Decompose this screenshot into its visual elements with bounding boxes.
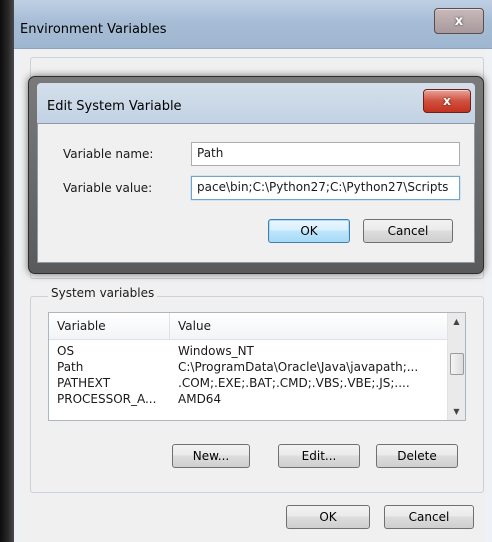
- env-ok-button[interactable]: OK: [286, 505, 370, 529]
- chevron-down-icon[interactable]: ▼: [448, 403, 465, 420]
- table-row[interactable]: PATHEXT .COM;.EXE;.BAT;.CMD;.VBS;.VBE;.J…: [49, 375, 447, 391]
- row-value: Windows_NT: [178, 344, 254, 358]
- row-variable: OS: [57, 344, 75, 358]
- edit-system-variable-dialog: Edit System Variable x Variable name: Pa…: [28, 76, 484, 274]
- row-variable: PROCESSOR_A...: [57, 392, 157, 406]
- dialog-titlebar[interactable]: Edit System Variable x: [37, 83, 475, 123]
- dialog-close-button[interactable]: x: [423, 89, 471, 113]
- variable-value-field[interactable]: pace\bin;C:\Python27;C:\Python27\Scripts: [191, 176, 460, 200]
- column-header-value[interactable]: Value: [178, 319, 211, 333]
- list-header: Variable Value: [49, 313, 447, 340]
- list-scrollbar[interactable]: ▲ ▼: [447, 313, 465, 420]
- column-header-variable[interactable]: Variable: [57, 319, 106, 333]
- dialog-cancel-button[interactable]: Cancel: [363, 219, 453, 243]
- variable-name-value: Path: [197, 146, 224, 160]
- variable-value-label: Variable value:: [63, 181, 153, 195]
- env-close-button[interactable]: x: [434, 8, 484, 34]
- close-icon: x: [454, 13, 464, 29]
- env-titlebar[interactable]: Environment Variables x: [14, 0, 492, 49]
- dialog-title: Edit System Variable: [47, 99, 182, 114]
- row-variable: Path: [57, 360, 84, 374]
- row-value: C:\ProgramData\Oracle\Java\javapath;...: [178, 360, 419, 374]
- table-row[interactable]: Path C:\ProgramData\Oracle\Java\javapath…: [49, 359, 447, 375]
- new-button[interactable]: New...: [172, 444, 250, 468]
- dialog-ok-button[interactable]: OK: [268, 219, 350, 243]
- edit-button[interactable]: Edit...: [278, 444, 360, 468]
- chevron-up-icon[interactable]: ▲: [448, 313, 465, 330]
- variable-name-field[interactable]: Path: [191, 142, 460, 166]
- table-row[interactable]: PROCESSOR_A... AMD64: [49, 391, 447, 407]
- delete-button[interactable]: Delete: [376, 444, 458, 468]
- row-value: .COM;.EXE;.BAT;.CMD;.VBS;.VBE;.JS;....: [178, 376, 410, 390]
- table-row[interactable]: OS Windows_NT: [49, 343, 447, 359]
- variable-name-label: Variable name:: [63, 147, 154, 161]
- env-window-title: Environment Variables: [20, 22, 167, 37]
- row-value: AMD64: [178, 392, 222, 406]
- system-variables-list[interactable]: Variable Value OS Windows_NT Path C:\Pro…: [48, 312, 466, 421]
- close-icon: x: [443, 94, 451, 108]
- dialog-body: Variable name: Path Variable value: pace…: [37, 123, 475, 263]
- env-cancel-button[interactable]: Cancel: [384, 505, 474, 529]
- scrollbar-thumb[interactable]: [450, 353, 464, 375]
- column-divider[interactable]: [169, 313, 170, 339]
- variable-value-text: pace\bin;C:\Python27;C:\Python27\Scripts: [197, 180, 449, 194]
- desktop-background: [0, 0, 14, 542]
- row-variable: PATHEXT: [57, 376, 111, 390]
- system-variables-label: System variables: [48, 286, 158, 300]
